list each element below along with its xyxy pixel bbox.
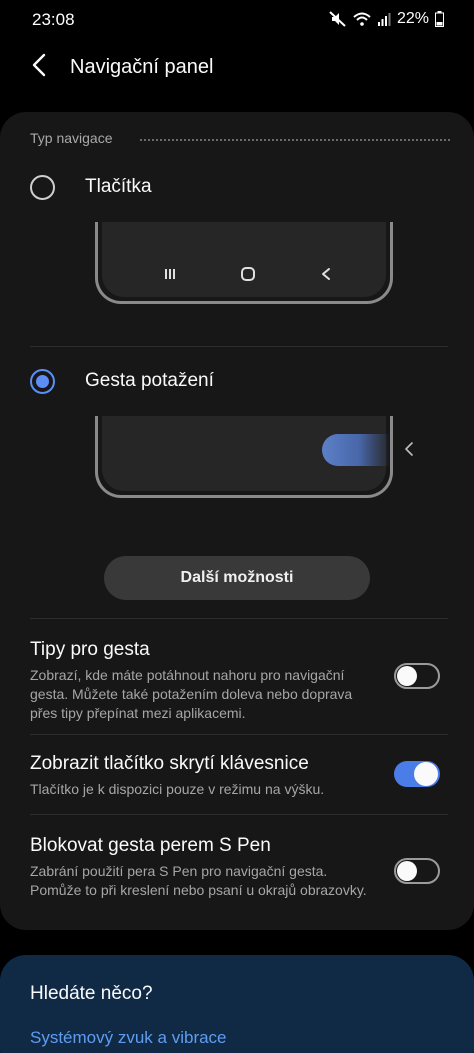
setting-description: Zabrání použití pera S Pen pro navigační…	[30, 863, 367, 898]
radio-label-gestures: Gesta potažení	[85, 370, 214, 391]
back-arrow-icon	[32, 53, 46, 82]
setting-description: Tlačítko je k dispozici pouze v režimu n…	[30, 781, 325, 797]
more-options-button[interactable]: Další možnosti	[104, 556, 370, 600]
buttons-preview[interactable]	[95, 222, 393, 304]
swipe-gesture-indicator	[322, 434, 390, 466]
setting-block-spen-gestures[interactable]: Blokovat gesta perem S Pen Zabrání použi…	[30, 834, 450, 900]
status-icons: 22%	[329, 10, 444, 28]
battery-icon	[435, 11, 444, 27]
block-spen-gestures-toggle[interactable]	[394, 858, 440, 884]
gestures-preview[interactable]	[95, 416, 413, 498]
radio-label-buttons: Tlačítka	[85, 176, 152, 197]
setting-gesture-hints[interactable]: Tipy pro gesta Zobrazí, kde máte potáhno…	[30, 638, 450, 723]
divider	[30, 814, 448, 815]
back-button[interactable]	[22, 50, 56, 84]
section-divider	[140, 139, 450, 141]
app-header: Navigační panel	[0, 40, 474, 98]
recent-apps-icon	[160, 264, 180, 284]
keyboard-hide-button-toggle[interactable]	[394, 761, 440, 787]
status-bar: 23:08 22%	[0, 0, 474, 40]
radio-option-gestures[interactable]: Gesta potažení	[28, 364, 448, 400]
search-suggestion-card: Hledáte něco? Systémový zvuk a vibrace	[0, 955, 474, 1053]
settings-card: Typ navigace Tlačítka Gesta potažení Dal…	[0, 112, 474, 930]
status-time: 23:08	[32, 10, 75, 29]
gestures-preview-screen	[102, 416, 390, 491]
setting-title: Blokovat gesta perem S Pen	[30, 835, 271, 856]
search-card-title: Hledáte něco?	[30, 983, 153, 1004]
battery-percent: 22%	[396, 10, 429, 27]
divider	[30, 346, 448, 347]
radio-buttons-unselected[interactable]	[30, 175, 55, 200]
radio-gestures-selected[interactable]	[30, 369, 55, 394]
home-icon	[238, 264, 258, 284]
mute-icon	[329, 11, 347, 27]
section-label: Typ navigace	[30, 130, 123, 146]
page-title: Navigační panel	[70, 56, 214, 78]
setting-keyboard-hide-button[interactable]: Zobrazit tlačítko skrytí klávesnice Tlač…	[30, 752, 450, 799]
gesture-hints-toggle[interactable]	[394, 663, 440, 689]
back-nav-icon	[316, 264, 336, 284]
section-header: Typ navigace	[30, 130, 450, 150]
divider	[30, 734, 448, 735]
search-suggestion-link[interactable]: Systémový zvuk a vibrace	[30, 1028, 227, 1048]
setting-description: Zobrazí, kde máte potáhnout nahoru pro n…	[30, 667, 353, 721]
setting-title: Tipy pro gesta	[30, 639, 150, 660]
signal-icon	[377, 12, 391, 26]
divider	[30, 618, 448, 619]
chevron-left-icon	[404, 442, 414, 461]
radio-option-buttons[interactable]: Tlačítka	[28, 170, 448, 206]
wifi-icon	[353, 12, 371, 26]
setting-title: Zobrazit tlačítko skrytí klávesnice	[30, 753, 309, 774]
buttons-preview-screen	[102, 222, 386, 297]
